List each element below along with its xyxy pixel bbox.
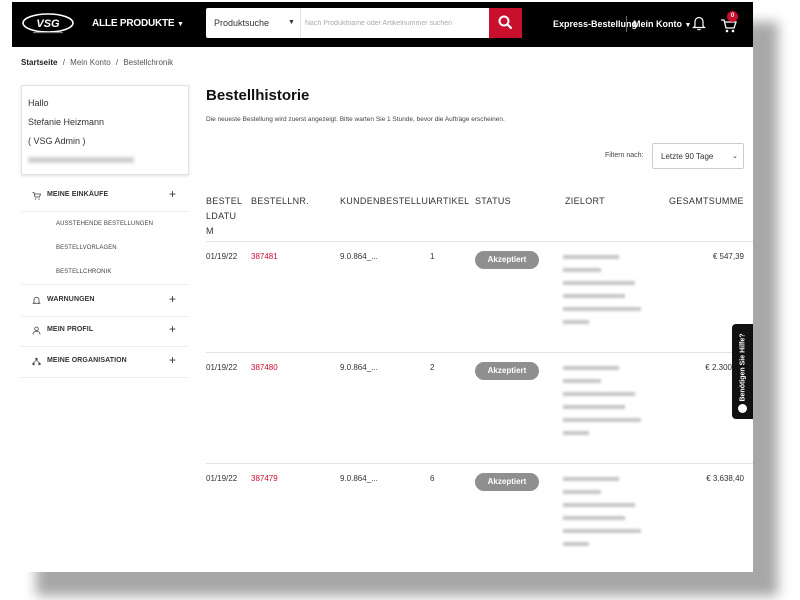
- column-header-order-date[interactable]: BESTEL LDATU M: [206, 194, 244, 239]
- column-header-items[interactable]: ARTIKEL: [430, 194, 469, 209]
- search-button[interactable]: [489, 8, 522, 38]
- table-header-divider: [206, 241, 753, 242]
- item-count: 6: [430, 474, 435, 483]
- filter-select[interactable]: Letzte 90 Tage ⌄: [652, 143, 744, 169]
- search-input[interactable]: [305, 13, 481, 33]
- order-total: € 2.300: [705, 363, 732, 372]
- sidebar-subitem-order-templates[interactable]: BESTELLVORLAGEN: [56, 245, 117, 251]
- my-account-label: Mein Konto: [633, 19, 682, 29]
- help-tab-label: Benötigen Sie Hilfe?: [739, 333, 747, 402]
- sidebar-subitem-order-history[interactable]: BESTELLCHRONIK: [56, 269, 111, 275]
- search-divider: [300, 8, 301, 38]
- order-date: 01/19/22: [206, 474, 238, 483]
- customer-order-number: 9.0.864_...: [340, 252, 378, 261]
- destination-address-redacted: [563, 477, 643, 555]
- help-tab-button[interactable]: Benötigen Sie Hilfe?: [732, 324, 753, 419]
- breadcrumb-separator: /: [115, 58, 119, 67]
- user-card: Hallo Stefanie Heizmann ( VSG Admin ): [21, 85, 189, 175]
- status-badge: Akzeptiert: [475, 473, 539, 491]
- order-total: € 3.638,40: [706, 474, 744, 483]
- header-divider: [626, 16, 627, 32]
- plus-icon[interactable]: +: [169, 353, 176, 367]
- vsg-logo[interactable]: VSG: [21, 12, 75, 36]
- search-icon: [498, 15, 513, 30]
- order-number-link[interactable]: 387481: [251, 252, 278, 261]
- user-role: ( VSG Admin ): [28, 136, 86, 146]
- destination-address-redacted: [563, 366, 643, 444]
- organisation-icon: [32, 357, 41, 366]
- customer-order-number: 9.0.864_...: [340, 363, 378, 372]
- sidebar-item-label: MEIN PROFIL: [47, 326, 94, 333]
- user-name: Stefanie Heizmann: [28, 117, 105, 127]
- express-order-link[interactable]: Express-Bestellung: [553, 19, 637, 29]
- breadcrumb: Startseite / Mein Konto / Bestellchronik: [21, 58, 173, 67]
- breadcrumb-separator: /: [62, 58, 65, 67]
- table-row-divider: [206, 463, 753, 464]
- user-icon: [32, 326, 41, 335]
- destination-address-redacted: [563, 255, 643, 333]
- cart-icon: [32, 192, 41, 200]
- page-title: Bestellhistorie: [206, 87, 310, 104]
- sidebar-item-label: WARNUNGEN: [47, 296, 95, 303]
- column-header-total[interactable]: GESAMTSUMME: [669, 194, 744, 209]
- column-header-destination[interactable]: ZIELORT: [565, 194, 605, 209]
- search-bar: Produktsuche ▼: [206, 8, 522, 38]
- column-header-customer-order[interactable]: KUNDENBESTELLUI: [340, 194, 430, 209]
- filter-label: Filtern nach:: [605, 152, 644, 159]
- chat-icon: [738, 404, 747, 413]
- item-count: 1: [430, 252, 435, 261]
- chevron-down-icon[interactable]: ▼: [288, 19, 295, 26]
- all-products-menu[interactable]: ALLE PRODUKTE ▼: [92, 18, 184, 29]
- breadcrumb-account[interactable]: Mein Konto: [70, 58, 110, 67]
- sidebar-subitem-pending-orders[interactable]: AUSSTEHENDE BESTELLUNGEN: [56, 221, 153, 227]
- chevron-down-icon: ⌄: [732, 153, 738, 160]
- plus-icon[interactable]: +: [169, 292, 176, 306]
- column-header-status[interactable]: STATUS: [475, 194, 511, 209]
- all-products-label: ALLE PRODUKTE: [92, 18, 175, 29]
- chevron-down-icon: ▼: [684, 22, 692, 29]
- plus-icon[interactable]: +: [169, 187, 176, 201]
- sidebar-item-organisation[interactable]: MEINE ORGANISATION +: [21, 346, 188, 378]
- user-email-redacted: [28, 157, 134, 163]
- top-navigation-bar: VSG ALLE PRODUKTE ▼ Produktsuche ▼ Expre…: [12, 2, 753, 47]
- order-total: € 547,39: [712, 252, 744, 261]
- chevron-down-icon: ▼: [177, 21, 184, 28]
- search-category-select[interactable]: Produktsuche: [214, 18, 269, 28]
- user-greeting: Hallo: [28, 98, 49, 108]
- item-count: 2: [430, 363, 435, 372]
- table-row-divider: [206, 352, 753, 353]
- breadcrumb-home[interactable]: Startseite: [21, 58, 57, 67]
- logo-text: VSG: [36, 18, 60, 30]
- bell-icon[interactable]: [692, 15, 706, 31]
- order-date: 01/19/22: [206, 363, 238, 372]
- cart-count-badge: 0: [727, 11, 738, 22]
- column-header-order-no[interactable]: BESTELLNR.: [251, 194, 309, 209]
- order-date: 01/19/22: [206, 252, 238, 261]
- sidebar-item-warnings[interactable]: WARNUNGEN +: [21, 284, 188, 317]
- order-number-link[interactable]: 387479: [251, 474, 278, 483]
- filter-selected-value: Letzte 90 Tage: [661, 152, 714, 161]
- customer-order-number: 9.0.864_...: [340, 474, 378, 483]
- browser-page: VSG ALLE PRODUKTE ▼ Produktsuche ▼ Expre…: [12, 2, 753, 572]
- plus-icon[interactable]: +: [169, 322, 176, 336]
- status-badge: Akzeptiert: [475, 362, 539, 380]
- page-info-text: Die neueste Bestellung wird zuerst angez…: [206, 116, 505, 123]
- sidebar-item-label: MEINE EINKÄUFE: [47, 191, 109, 198]
- sidebar-item-label: MEINE ORGANISATION: [47, 357, 127, 364]
- status-badge: Akzeptiert: [475, 251, 539, 269]
- bell-icon: [32, 296, 41, 304]
- sidebar-item-profile[interactable]: MEIN PROFIL +: [21, 315, 188, 347]
- sidebar-item-purchases[interactable]: MEINE EINKÄUFE +: [21, 180, 188, 212]
- breadcrumb-current: Bestellchronik: [123, 58, 174, 67]
- order-number-link[interactable]: 387480: [251, 363, 278, 372]
- my-account-menu[interactable]: Mein Konto ▼: [633, 19, 691, 29]
